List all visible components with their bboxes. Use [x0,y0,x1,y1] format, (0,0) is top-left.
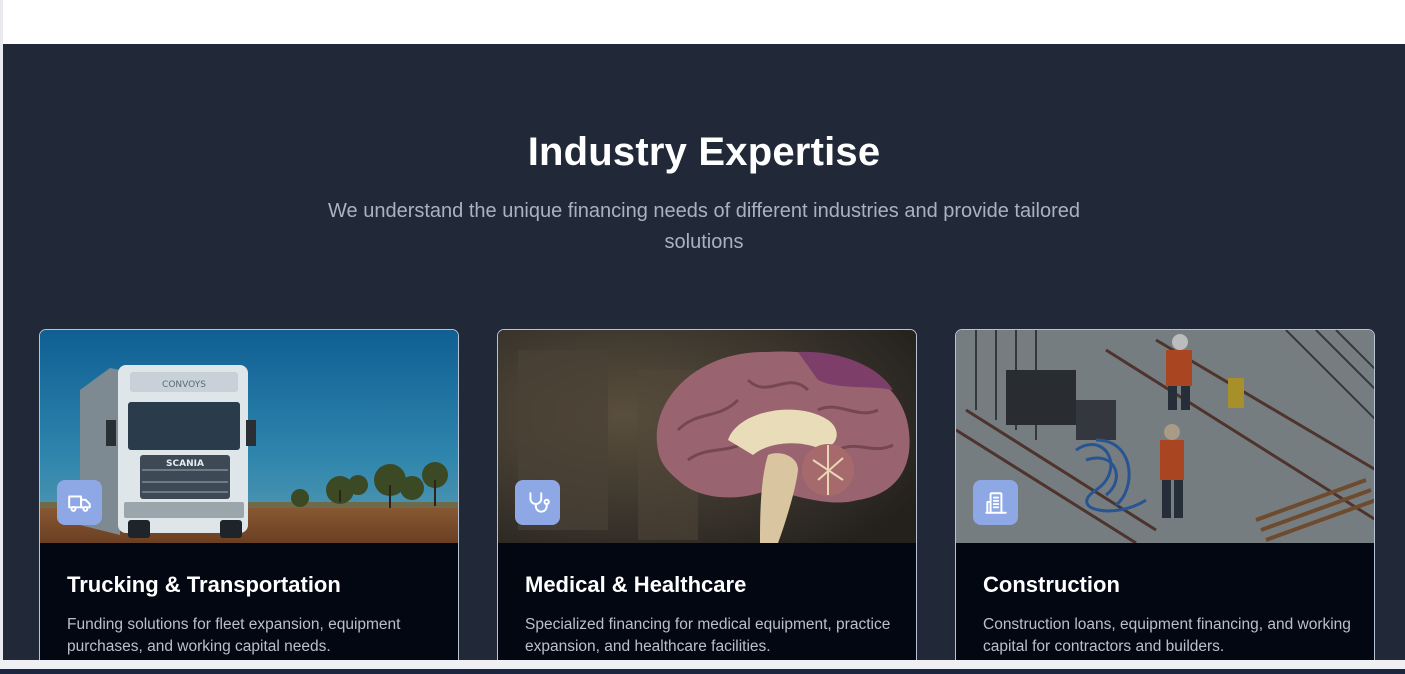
semi-truck-photo: CONVOYS SCANIA [40,330,458,543]
brain-model-photo [498,330,916,543]
card-title: Medical & Healthcare [525,572,747,597]
card-description: Construction loans, equipment financing,… [983,616,1351,655]
svg-text:SCANIA: SCANIA [166,459,204,469]
card-title: Construction [983,572,1120,597]
industry-card-trucking[interactable]: CONVOYS SCANIA Trucking & Transportation… [39,329,459,660]
stethoscope-icon [515,480,560,525]
card-title: Trucking & Transportation [67,572,341,597]
card-description: Specialized financing for medical equipm… [525,616,891,655]
bottom-bar [0,660,1405,674]
svg-text:CONVOYS: CONVOYS [162,380,206,390]
truck-icon [57,480,102,525]
construction-site-photo [956,330,1374,543]
industry-card-medical[interactable]: Medical & Healthcare Specialized financi… [497,329,917,660]
section-title: Industry Expertise [527,130,881,174]
page: Industry Expertise We understand the uni… [0,0,1405,674]
building-icon [973,480,1018,525]
industry-expertise-section: Industry Expertise We understand the uni… [3,44,1405,660]
section-subtitle: We understand the unique financing needs… [328,200,1080,253]
card-description: Funding solutions for fleet expansion, e… [67,616,401,655]
top-strip [0,0,1405,44]
taskbar-strip [0,669,1405,674]
industry-card-construction[interactable]: Construction Construction loans, equipme… [955,329,1375,660]
